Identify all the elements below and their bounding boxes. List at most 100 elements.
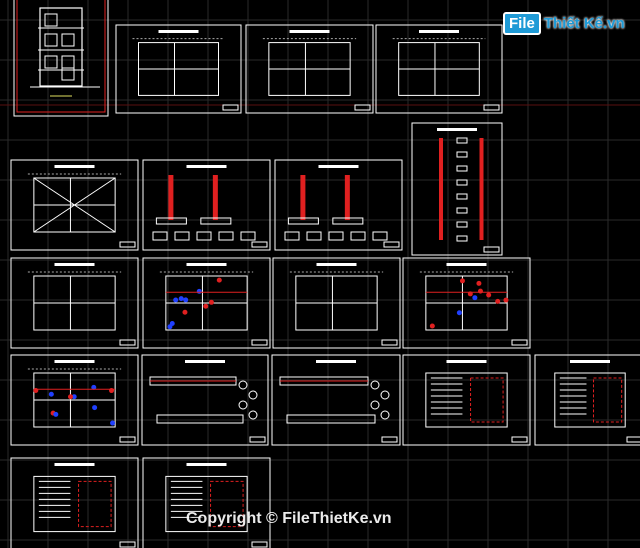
electrical-symbol xyxy=(110,420,116,426)
sheet-title xyxy=(316,360,356,363)
title-block xyxy=(483,104,500,111)
sheet-title xyxy=(437,128,477,131)
beam-section xyxy=(380,410,390,420)
sheet-title xyxy=(419,30,459,33)
footing-column xyxy=(344,175,350,220)
electrical-symbol xyxy=(486,292,492,298)
drawing-sheet-frame xyxy=(141,354,269,446)
electrical-symbol xyxy=(92,405,98,411)
section-detail xyxy=(174,231,190,241)
drawing-sheet-frame xyxy=(534,354,640,446)
beam-section xyxy=(248,410,258,420)
rebar-detail xyxy=(456,207,468,214)
sheet-title xyxy=(54,263,95,266)
electrical-symbol xyxy=(53,411,59,417)
electrical-symbol xyxy=(196,288,202,294)
sheet-title xyxy=(54,165,95,168)
sheet-title xyxy=(289,30,330,33)
window xyxy=(44,33,58,47)
drawing-canvas[interactable] xyxy=(0,0,640,548)
sheet-frame-elevation xyxy=(13,0,109,117)
window xyxy=(61,55,75,69)
beam-section xyxy=(238,400,248,410)
rebar-detail xyxy=(456,165,468,172)
sheet-title xyxy=(54,360,95,363)
drawing-sheet-frame xyxy=(274,159,403,251)
electrical-symbol xyxy=(208,299,214,305)
section-detail xyxy=(284,231,300,241)
section-detail xyxy=(328,231,344,241)
title-block xyxy=(383,241,400,248)
electrical-symbol xyxy=(459,278,465,284)
column-section xyxy=(439,138,443,240)
rebar-detail xyxy=(456,221,468,228)
drawing-sheet-frame xyxy=(142,457,271,548)
sheet-inner-frame xyxy=(16,0,106,113)
electrical-symbol xyxy=(167,324,173,330)
title-block xyxy=(381,339,398,346)
title-block xyxy=(251,541,268,548)
logo-badge: File xyxy=(503,12,541,35)
sheet-title xyxy=(446,360,487,363)
electrical-symbol xyxy=(429,323,435,329)
beam-elevation xyxy=(156,414,244,424)
sheet-title xyxy=(185,360,225,363)
window xyxy=(44,55,58,69)
section-detail xyxy=(306,231,322,241)
electrical-symbol xyxy=(183,297,189,303)
footing-column xyxy=(212,175,218,220)
beam-section xyxy=(370,380,380,390)
section-detail xyxy=(372,231,388,241)
window xyxy=(61,33,75,47)
drawing-sheet-frame xyxy=(142,159,271,251)
copyright-watermark: Copyright © FileThietKe.vn xyxy=(186,510,392,527)
title-block xyxy=(251,241,268,248)
beam-section xyxy=(380,390,390,400)
rebar-detail xyxy=(456,235,468,242)
section-detail xyxy=(152,231,168,241)
electrical-symbol xyxy=(216,277,222,283)
electrical-symbol xyxy=(48,391,54,397)
sheet-title xyxy=(186,463,227,466)
stair-outline xyxy=(425,372,508,428)
rebar-detail xyxy=(456,193,468,200)
electrical-symbol xyxy=(472,295,478,301)
electrical-symbol xyxy=(456,310,462,316)
electrical-symbol xyxy=(178,296,184,302)
sheet-title xyxy=(318,165,359,168)
logo-text: Thiết Kế.vn xyxy=(543,15,625,32)
rebar-layout xyxy=(78,480,112,528)
title-block xyxy=(222,104,239,111)
site-logo: File Thiết Kế.vn xyxy=(503,12,625,35)
electrical-symbol xyxy=(495,298,501,304)
beam-section xyxy=(248,390,258,400)
stair-outline xyxy=(33,475,116,533)
drawing-sheet-frame xyxy=(10,457,139,548)
electrical-symbol xyxy=(67,394,73,400)
electrical-symbol xyxy=(173,297,179,303)
title-block xyxy=(381,436,398,443)
footing-column xyxy=(168,175,174,220)
title-block xyxy=(249,436,266,443)
electrical-symbol xyxy=(477,288,483,294)
electrical-symbol xyxy=(476,280,482,286)
stair-outline xyxy=(554,372,626,428)
section-detail xyxy=(350,231,366,241)
cad-model-space[interactable]: File Thiết Kế.vn Copyright © FileThietKe… xyxy=(0,0,640,548)
sheet-title xyxy=(186,165,227,168)
drawing-sheet-frame xyxy=(271,354,401,446)
section-detail xyxy=(218,231,234,241)
title-block xyxy=(483,246,500,253)
rebar-layout xyxy=(470,377,504,423)
column-section xyxy=(479,138,484,240)
sheet-title xyxy=(570,360,610,363)
beam-section xyxy=(370,400,380,410)
sheet-title xyxy=(316,263,357,266)
rebar-detail xyxy=(456,151,468,158)
electrical-symbol xyxy=(503,297,509,303)
sheet-title xyxy=(158,30,199,33)
sheet-title xyxy=(54,463,95,466)
title-block xyxy=(251,339,268,346)
sheet-title xyxy=(446,263,487,266)
rebar-detail xyxy=(456,179,468,186)
